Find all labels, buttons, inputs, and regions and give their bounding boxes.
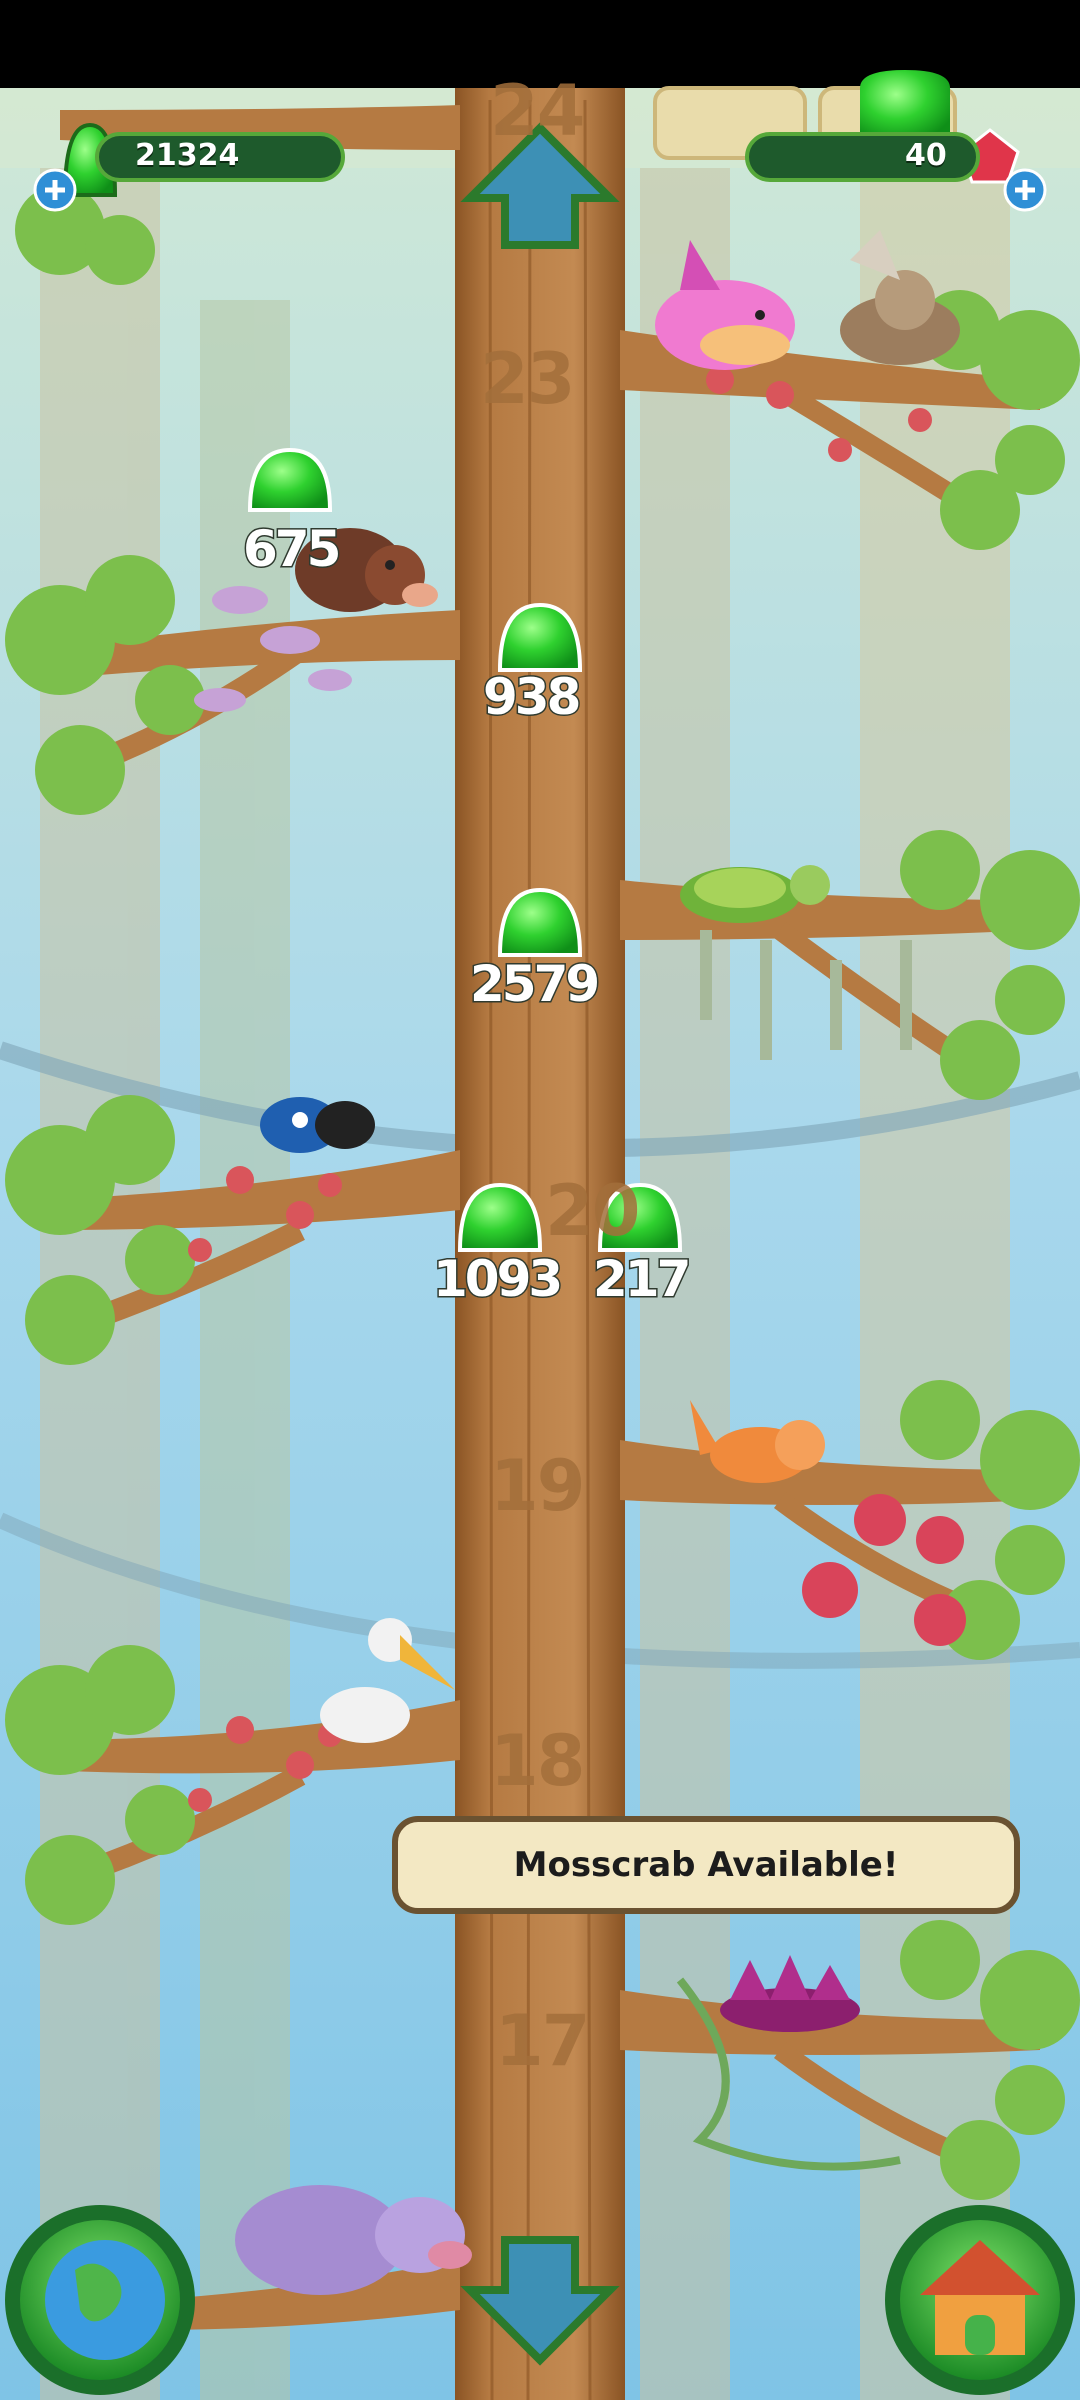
add-goo-icon[interactable] <box>33 168 77 212</box>
floor-number: 20 <box>545 1170 640 1252</box>
goo-collect-label[interactable]: 2579 <box>468 954 601 1015</box>
globe-icon[interactable] <box>5 2205 195 2395</box>
add-gem-icon[interactable] <box>1003 168 1047 212</box>
goo-collect-label[interactable]: 1093 <box>431 1249 564 1310</box>
goo-collect-label[interactable]: 217 <box>591 1249 692 1310</box>
floor-number: 23 <box>480 338 575 420</box>
goo-collect-label[interactable]: 938 <box>481 667 582 728</box>
goo-count: 21324 <box>135 138 240 173</box>
butterfly-creature[interactable] <box>260 1097 375 1153</box>
mosscrab-available-notice[interactable]: Mosscrab Available! <box>392 1816 1020 1914</box>
gem-count: 40 <box>905 138 947 173</box>
goo-collect-label[interactable]: 675 <box>241 519 342 580</box>
floor-number: 18 <box>490 1720 585 1802</box>
floor-number: 19 <box>490 1445 585 1527</box>
house-icon[interactable] <box>885 2205 1075 2395</box>
floor-number: 17 <box>495 2000 590 2082</box>
floor-number: 24 <box>490 70 585 152</box>
notice-text: Mosscrab Available! <box>513 1845 899 1885</box>
